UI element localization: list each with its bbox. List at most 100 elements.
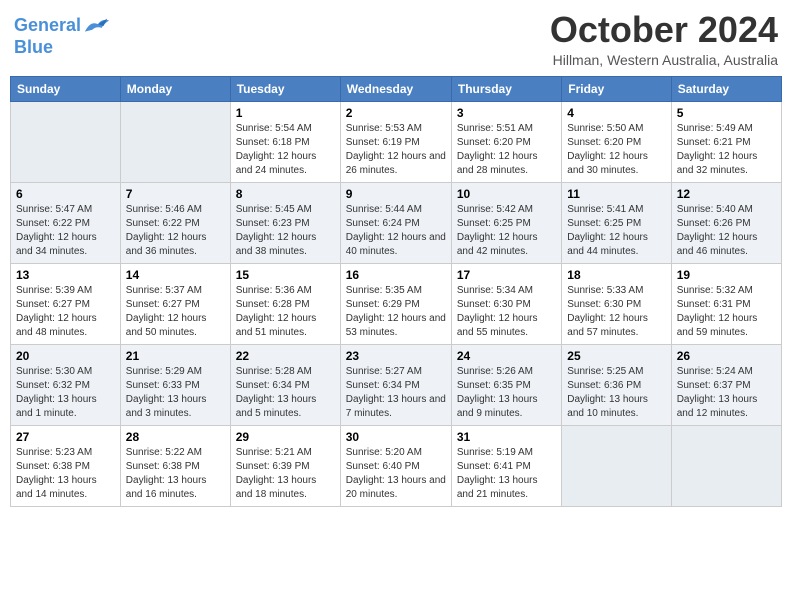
title-block: October 2024 Hillman, Western Australia,… xyxy=(550,10,778,68)
day-info: Sunrise: 5:26 AMSunset: 6:35 PMDaylight:… xyxy=(457,365,556,421)
calendar-cell: 14 Sunrise: 5:37 AMSunset: 6:27 PMDayligh… xyxy=(120,263,230,344)
day-header-wednesday: Wednesday xyxy=(340,76,451,101)
calendar-cell: 1Sunrise: 5:54 AMSunset: 6:18 PMDaylight… xyxy=(230,101,340,182)
calendar-cell: 25 Sunrise: 5:25 AMSunset: 6:36 PMDayligh… xyxy=(562,344,671,425)
calendar-cell: 19Sunrise: 5:32 AMSunset: 6:31 PMDayligh… xyxy=(671,263,781,344)
calendar-cell: 30Sunrise: 5:20 AMSunset: 6:40 PMDayligh… xyxy=(340,425,451,506)
calendar-cell: 31 Sunrise: 5:19 AMSunset: 6:41 PMDayligh… xyxy=(451,425,561,506)
day-info: Sunrise: 5:42 AMSunset: 6:25 PMDaylight:… xyxy=(457,203,556,259)
day-number: 11 xyxy=(567,187,665,201)
calendar-cell: 21 Sunrise: 5:29 AMSunset: 6:33 PMDayligh… xyxy=(120,344,230,425)
day-number: 26 xyxy=(677,349,776,363)
day-number: 21 xyxy=(126,349,225,363)
calendar-cell: 17 Sunrise: 5:34 AMSunset: 6:30 PMDayligh… xyxy=(451,263,561,344)
calendar-cell: 9Sunrise: 5:44 AMSunset: 6:24 PMDaylight… xyxy=(340,182,451,263)
day-info: Sunrise: 5:24 AMSunset: 6:37 PMDaylight:… xyxy=(677,365,776,421)
calendar-cell: 23 Sunrise: 5:27 AMSunset: 6:34 PMDayligh… xyxy=(340,344,451,425)
day-header-friday: Friday xyxy=(562,76,671,101)
calendar-cell xyxy=(11,101,121,182)
calendar-week-row: 1Sunrise: 5:54 AMSunset: 6:18 PMDaylight… xyxy=(11,101,782,182)
day-info: Sunrise: 5:37 AMSunset: 6:27 PMDaylight:… xyxy=(126,284,225,340)
day-number: 16 xyxy=(346,268,446,282)
day-number: 7 xyxy=(126,187,225,201)
calendar-week-row: 13 Sunrise: 5:39 AMSunset: 6:27 PMDayligh… xyxy=(11,263,782,344)
calendar-week-row: 6 Sunrise: 5:47 AMSunset: 6:22 PMDaylight… xyxy=(11,182,782,263)
day-info: Sunrise: 5:28 AMSunset: 6:34 PMDaylight:… xyxy=(236,365,335,421)
day-info: Sunrise: 5:53 AMSunset: 6:19 PMDaylight:… xyxy=(346,122,446,178)
calendar-cell: 10 Sunrise: 5:42 AMSunset: 6:25 PMDayligh… xyxy=(451,182,561,263)
day-info: Sunrise: 5:33 AMSunset: 6:30 PMDaylight:… xyxy=(567,284,665,340)
day-info: Sunrise: 5:40 AMSunset: 6:26 PMDaylight:… xyxy=(677,203,776,259)
day-header-monday: Monday xyxy=(120,76,230,101)
day-info: Sunrise: 5:36 AMSunset: 6:28 PMDaylight:… xyxy=(236,284,335,340)
day-info: Sunrise: 5:23 AMSunset: 6:38 PMDaylight:… xyxy=(16,446,115,502)
calendar-cell: 3Sunrise: 5:51 AMSunset: 6:20 PMDaylight… xyxy=(451,101,561,182)
calendar-cell: 2Sunrise: 5:53 AMSunset: 6:19 PMDaylight… xyxy=(340,101,451,182)
day-number: 28 xyxy=(126,430,225,444)
day-number: 17 xyxy=(457,268,556,282)
day-header-saturday: Saturday xyxy=(671,76,781,101)
day-number: 4 xyxy=(567,106,665,120)
day-number: 8 xyxy=(236,187,335,201)
day-number: 30 xyxy=(346,430,446,444)
day-info: Sunrise: 5:41 AMSunset: 6:25 PMDaylight:… xyxy=(567,203,665,259)
day-info: Sunrise: 5:29 AMSunset: 6:33 PMDaylight:… xyxy=(126,365,225,421)
calendar-cell: 24Sunrise: 5:26 AMSunset: 6:35 PMDayligh… xyxy=(451,344,561,425)
calendar-cell xyxy=(671,425,781,506)
day-info: Sunrise: 5:47 AMSunset: 6:22 PMDaylight:… xyxy=(16,203,115,259)
day-number: 18 xyxy=(567,268,665,282)
calendar-cell: 16 Sunrise: 5:35 AMSunset: 6:29 PMDayligh… xyxy=(340,263,451,344)
day-info: Sunrise: 5:32 AMSunset: 6:31 PMDaylight:… xyxy=(677,284,776,340)
day-info: Sunrise: 5:50 AMSunset: 6:20 PMDaylight:… xyxy=(567,122,665,178)
day-number: 14 xyxy=(126,268,225,282)
calendar-cell: 4 Sunrise: 5:50 AMSunset: 6:20 PMDaylight… xyxy=(562,101,671,182)
calendar-cell: 27 Sunrise: 5:23 AMSunset: 6:38 PMDayligh… xyxy=(11,425,121,506)
day-number: 27 xyxy=(16,430,115,444)
day-number: 25 xyxy=(567,349,665,363)
day-info: Sunrise: 5:30 AMSunset: 6:32 PMDaylight:… xyxy=(16,365,115,421)
day-header-thursday: Thursday xyxy=(451,76,561,101)
day-number: 9 xyxy=(346,187,446,201)
calendar-cell: 13 Sunrise: 5:39 AMSunset: 6:27 PMDayligh… xyxy=(11,263,121,344)
calendar-cell: 28Sunrise: 5:22 AMSunset: 6:38 PMDayligh… xyxy=(120,425,230,506)
calendar-cell: 8 Sunrise: 5:45 AMSunset: 6:23 PMDaylight… xyxy=(230,182,340,263)
calendar-cell: 15 Sunrise: 5:36 AMSunset: 6:28 PMDayligh… xyxy=(230,263,340,344)
day-number: 6 xyxy=(16,187,115,201)
day-info: Sunrise: 5:45 AMSunset: 6:23 PMDaylight:… xyxy=(236,203,335,259)
day-number: 20 xyxy=(16,349,115,363)
logo-text: General xyxy=(14,16,81,36)
page-header: General Blue October 2024 Hillman, Weste… xyxy=(10,10,782,68)
day-header-sunday: Sunday xyxy=(11,76,121,101)
day-info: Sunrise: 5:34 AMSunset: 6:30 PMDaylight:… xyxy=(457,284,556,340)
day-info: Sunrise: 5:49 AMSunset: 6:21 PMDaylight:… xyxy=(677,122,776,178)
day-number: 15 xyxy=(236,268,335,282)
calendar-cell: 20 Sunrise: 5:30 AMSunset: 6:32 PMDayligh… xyxy=(11,344,121,425)
day-info: Sunrise: 5:27 AMSunset: 6:34 PMDaylight:… xyxy=(346,365,446,421)
day-number: 1 xyxy=(236,106,335,120)
day-number: 3 xyxy=(457,106,556,120)
day-number: 5 xyxy=(677,106,776,120)
day-info: Sunrise: 5:39 AMSunset: 6:27 PMDaylight:… xyxy=(16,284,115,340)
day-number: 23 xyxy=(346,349,446,363)
day-info: Sunrise: 5:25 AMSunset: 6:36 PMDaylight:… xyxy=(567,365,665,421)
calendar-week-row: 20 Sunrise: 5:30 AMSunset: 6:32 PMDayligh… xyxy=(11,344,782,425)
day-header-tuesday: Tuesday xyxy=(230,76,340,101)
day-info: Sunrise: 5:35 AMSunset: 6:29 PMDaylight:… xyxy=(346,284,446,340)
logo-blue-text: Blue xyxy=(14,38,111,58)
calendar-cell: 26 Sunrise: 5:24 AMSunset: 6:37 PMDayligh… xyxy=(671,344,781,425)
logo-bird-icon xyxy=(83,14,111,38)
month-title: October 2024 xyxy=(550,10,778,50)
day-number: 22 xyxy=(236,349,335,363)
calendar-cell: 11 Sunrise: 5:41 AMSunset: 6:25 PMDayligh… xyxy=(562,182,671,263)
calendar-cell: 6 Sunrise: 5:47 AMSunset: 6:22 PMDaylight… xyxy=(11,182,121,263)
calendar-cell: 5 Sunrise: 5:49 AMSunset: 6:21 PMDaylight… xyxy=(671,101,781,182)
day-info: Sunrise: 5:19 AMSunset: 6:41 PMDaylight:… xyxy=(457,446,556,502)
calendar-week-row: 27 Sunrise: 5:23 AMSunset: 6:38 PMDayligh… xyxy=(11,425,782,506)
day-number: 31 xyxy=(457,430,556,444)
location: Hillman, Western Australia, Australia xyxy=(550,52,778,68)
calendar-cell: 29Sunrise: 5:21 AMSunset: 6:39 PMDayligh… xyxy=(230,425,340,506)
day-number: 13 xyxy=(16,268,115,282)
day-info: Sunrise: 5:21 AMSunset: 6:39 PMDaylight:… xyxy=(236,446,335,502)
day-number: 10 xyxy=(457,187,556,201)
calendar-table: SundayMondayTuesdayWednesdayThursdayFrid… xyxy=(10,76,782,507)
